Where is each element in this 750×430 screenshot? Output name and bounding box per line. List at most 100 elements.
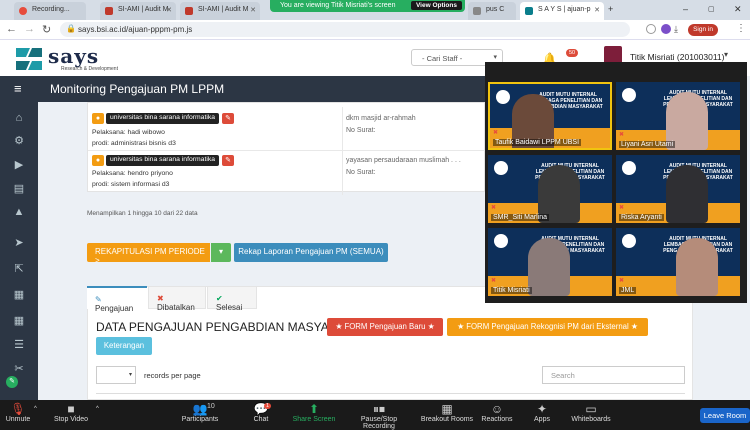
browser-tab-strip: Recording... SI-AMI | Audit M ✕ SI-AMI |… xyxy=(0,0,750,20)
share-screen-button[interactable]: ⬆ Share Screen xyxy=(292,402,336,423)
calendar-icon[interactable]: ▦ xyxy=(12,288,26,302)
stop-video-button[interactable]: ■ Stop Video xyxy=(50,402,92,423)
video-tile[interactable]: AUDIT MUTU INTERNAL LEMBAGA PENELITIAN D… xyxy=(488,228,612,296)
chevron-up-icon[interactable]: ^ xyxy=(34,406,37,412)
page-title-bar: Monitoring Pengajuan PM LPPM xyxy=(38,76,485,102)
chevron-down-icon[interactable]: ▾ xyxy=(724,50,728,59)
tab-selesai[interactable]: ✔ Selesai xyxy=(207,286,257,312)
whiteboards-button[interactable]: ▭ Whiteboards xyxy=(570,402,612,423)
pelaksana: Pelaksana: hadi wibowo xyxy=(92,129,165,136)
toolbar-label: Chat xyxy=(253,416,269,423)
maximize-icon[interactable]: ▢ xyxy=(708,5,715,13)
edit-icon[interactable]: ✎ xyxy=(222,155,234,166)
mic-muted-icon: ✖ xyxy=(493,130,499,136)
recap-dropdown-button[interactable]: ▾ xyxy=(211,243,231,262)
video-icon[interactable]: ▶ xyxy=(12,158,26,172)
close-icon[interactable]: ✕ xyxy=(594,6,600,14)
forward-icon[interactable]: → xyxy=(24,23,35,35)
participant-name: Liyani Asri Utami xyxy=(619,141,676,148)
tab-label: Dibatalkan xyxy=(157,303,195,312)
tab-dibatalkan[interactable]: ✖ Dibatalkan xyxy=(148,286,206,312)
url-text: says.bsi.ac.id/ajuan-pppm-pm.js xyxy=(78,25,193,34)
records-per-page-label: records per page xyxy=(144,371,201,380)
back-icon[interactable]: ← xyxy=(6,23,17,35)
no-surat: No Surat: xyxy=(346,127,376,134)
share-screen-icon: ⬆ xyxy=(308,402,320,416)
user-name[interactable]: Titik Misriati (201003011) xyxy=(630,52,724,62)
tab-says[interactable]: S A Y S | ajuan-p ✕ xyxy=(520,2,604,20)
rekap-all-button[interactable]: Rekap Laporan Pengajuan PM (SEMUA) xyxy=(234,243,388,262)
apps-button[interactable]: ✦ Apps xyxy=(532,402,552,423)
table-row: ● universitas bina sarana informatika ✎ … xyxy=(88,107,526,151)
breakout-rooms-button[interactable]: ▦ Breakout Rooms xyxy=(420,402,474,423)
tab-pengajuan[interactable]: ✎ Pengajuan xyxy=(87,286,147,313)
graduation-icon[interactable]: ▲ xyxy=(12,206,26,220)
toolbar-label: Unmute xyxy=(5,416,31,423)
view-options-button[interactable]: View Options xyxy=(410,1,462,10)
url-field[interactable]: 🔒 says.bsi.ac.id/ajuan-pppm-pm.js xyxy=(60,22,630,37)
video-tile[interactable]: AUDIT MUTU INTERNAL LEMBAGA PENELITIAN D… xyxy=(616,82,740,150)
smile-icon: ☺ xyxy=(490,402,504,416)
mic-muted-icon: ✖ xyxy=(619,278,625,284)
home-icon[interactable]: ⌂ xyxy=(12,112,26,126)
money-icon[interactable]: ▤ xyxy=(12,182,26,196)
tools-icon[interactable]: ✂ xyxy=(12,362,26,376)
close-icon[interactable]: ✕ xyxy=(250,6,256,14)
recap-period-button[interactable]: REKAPITULASI PM PERIODE > xyxy=(87,243,210,265)
coin-icon[interactable]: ● xyxy=(92,113,104,124)
edit-icon[interactable]: ✎ xyxy=(222,113,234,124)
close-icon[interactable]: ✕ xyxy=(166,6,172,14)
sign-in-button[interactable]: Sign in xyxy=(688,24,718,36)
tab-label: pus C xyxy=(486,6,505,13)
more-menu-icon[interactable]: ⋮ xyxy=(736,23,746,34)
no-surat: No Surat: xyxy=(346,169,376,176)
records-per-page-select[interactable]: ▾ xyxy=(96,366,136,384)
video-tile[interactable]: AUDIT MUTU INTERNAL LEMBAGA PENELITIAN D… xyxy=(488,155,612,223)
siami-favicon-icon xyxy=(185,7,193,15)
reactions-button[interactable]: ☺ Reactions xyxy=(480,402,514,423)
tab-other[interactable]: pus C xyxy=(468,2,516,20)
video-tile[interactable]: AUDIT MUTU INTERNAL LEMBAGA PENELITIAN D… xyxy=(616,155,740,223)
chevron-up-icon[interactable]: ^ xyxy=(96,406,99,412)
external-link-icon[interactable]: ⇱ xyxy=(12,262,26,276)
form-new-submission-button[interactable]: ★ FORM Pengajuan Baru ★ xyxy=(327,318,443,336)
record-icon xyxy=(19,7,27,15)
reload-icon[interactable]: ↻ xyxy=(42,23,51,36)
tab-siami-1[interactable]: SI-AMI | Audit M ✕ xyxy=(100,2,176,20)
video-gallery[interactable]: AUDIT MUTU INTERNAL LEMBAGA PENELITIAN D… xyxy=(485,62,747,303)
coin-icon[interactable]: ● xyxy=(92,155,104,166)
gear-icon[interactable]: ⚙ xyxy=(12,134,26,148)
hamburger-menu-icon[interactable]: ≡ xyxy=(14,81,22,96)
tab-label: S A Y S | ajuan-p xyxy=(538,6,591,13)
chevron-down-icon: ▾ xyxy=(493,54,497,61)
video-tile[interactable]: AUDIT MUTU INTERNAL LEMBAGA PENELITIAN D… xyxy=(616,228,740,296)
video-tile[interactable]: AUDIT MUTU INTERNAL LEMBAGA PENELITIAN D… xyxy=(488,82,612,150)
pencil-icon[interactable]: ✎ xyxy=(6,376,18,388)
window-close-icon[interactable]: ✕ xyxy=(734,4,742,15)
table-header-line xyxy=(96,393,685,394)
search-input[interactable]: Search xyxy=(542,366,685,384)
extension-icon[interactable] xyxy=(646,24,656,34)
profile-extension-icon[interactable] xyxy=(661,24,671,34)
download-icon[interactable]: ⤓ xyxy=(674,24,678,35)
leave-room-button[interactable]: Leave Room xyxy=(700,408,750,423)
toolbar-label: Pause/Stop Recording xyxy=(360,416,398,430)
calendar-icon[interactable]: ▦ xyxy=(12,314,26,328)
says-logo-icon xyxy=(16,48,42,70)
toolbar-label: Reactions xyxy=(481,416,513,423)
new-tab-icon[interactable]: + xyxy=(608,4,613,14)
tab-siami-2[interactable]: SI-AMI | Audit M ✕ xyxy=(180,2,260,20)
tab-recording[interactable]: Recording... xyxy=(14,2,86,20)
institution-label: universitas bina sarana informatika xyxy=(106,113,220,124)
keterangan-button[interactable]: Keterangan xyxy=(96,337,152,355)
list-icon[interactable]: ☰ xyxy=(12,338,26,352)
unmute-button[interactable]: 🎙 Unmute xyxy=(4,402,32,423)
form-recognition-button[interactable]: ★ FORM Pengajuan Rekognisi PM dari Ekste… xyxy=(447,318,648,336)
minimize-icon[interactable]: – xyxy=(683,4,688,14)
chat-badge: 1 xyxy=(264,403,272,409)
tab-label: SI-AMI | Audit M xyxy=(198,6,249,13)
toolbar-label: Participants xyxy=(181,416,219,423)
university-emblem-icon xyxy=(622,88,636,102)
pause-recording-button[interactable]: ⏸⏹ Pause/Stop Recording xyxy=(344,402,414,430)
send-icon[interactable]: ➤ xyxy=(12,236,26,250)
